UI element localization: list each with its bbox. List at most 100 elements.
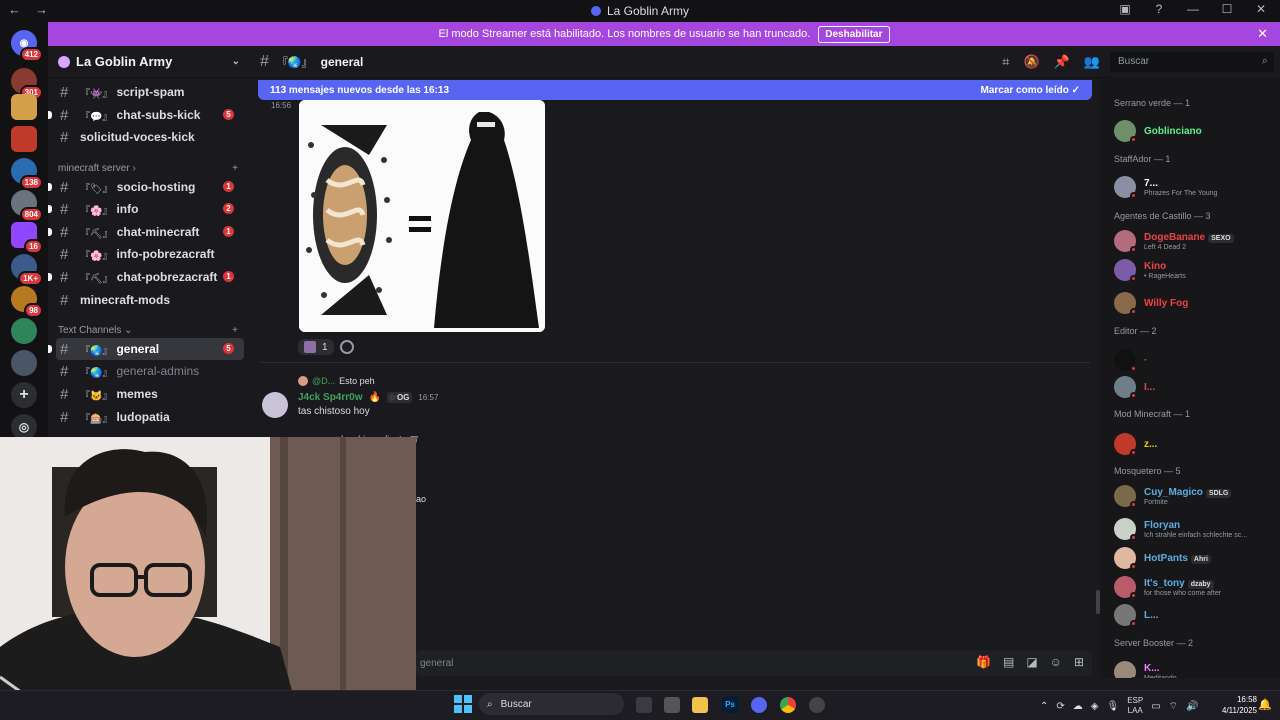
discord-home-icon[interactable]: ◉ 412: [11, 30, 43, 62]
add-server-icon[interactable]: +: [11, 382, 37, 408]
close-window-icon[interactable]: ✕: [1250, 2, 1272, 16]
server-icon[interactable]: [11, 126, 37, 152]
display-icon[interactable]: ▭: [1151, 701, 1160, 712]
channel-item[interactable]: # 『🌏』 general-admins: [56, 360, 244, 382]
pin-icon[interactable]: 📌: [1054, 54, 1070, 70]
channel-item[interactable]: # 『💬』 chat-subs-kick 5: [48, 104, 244, 126]
member-item[interactable]: Floryan Ich strahle einfach schlechte sc.…: [1114, 518, 1276, 541]
hash-icon: #: [60, 340, 69, 358]
channel-item[interactable]: # minecraft-mods: [56, 289, 244, 311]
server-icon[interactable]: [11, 318, 37, 344]
close-icon[interactable]: ✕: [1257, 26, 1268, 42]
add-reaction-icon[interactable]: [339, 340, 354, 354]
member-name: K...: [1144, 662, 1160, 674]
mute-bell-icon[interactable]: 🔕: [1023, 54, 1039, 70]
photoshop-icon[interactable]: Ps: [722, 697, 738, 713]
gift-icon[interactable]: 🎁: [976, 655, 991, 669]
task-view-icon[interactable]: [636, 697, 652, 713]
channel-item[interactable]: # 『👾』 script-spam: [56, 81, 244, 103]
maximize-icon[interactable]: ☐: [1216, 2, 1238, 16]
search-input[interactable]: Buscar ⌕: [1110, 52, 1274, 72]
chrome-icon[interactable]: [780, 697, 796, 713]
cloud-icon[interactable]: ☁: [1073, 701, 1083, 712]
add-channel-icon[interactable]: +: [232, 325, 238, 336]
member-item[interactable]: Kino • RageHearts: [1114, 259, 1276, 282]
member-item[interactable]: ·: [1114, 349, 1276, 372]
help-icon[interactable]: ?: [1148, 2, 1170, 16]
twitch-server-icon[interactable]: 16: [11, 222, 43, 254]
member-item[interactable]: It's_tony dzaby for those who come after: [1114, 576, 1276, 599]
app-tray-icon[interactable]: ◈: [1091, 701, 1099, 712]
forward-arrow-icon[interactable]: →: [35, 2, 48, 17]
server-icon[interactable]: [11, 94, 37, 120]
server-icon[interactable]: 98: [11, 286, 43, 318]
file-explorer-icon[interactable]: [692, 697, 708, 713]
hash-icon: #: [60, 106, 69, 124]
back-arrow-icon[interactable]: ←: [8, 2, 21, 17]
channel-item[interactable]: # 『🌸』 info-pobrezacraft: [56, 243, 244, 265]
channel-item[interactable]: # 『⛏』 chat-pobrezacraft 1: [48, 266, 244, 288]
server-icon[interactable]: 1K+: [11, 254, 43, 286]
system-clock[interactable]: 16:58 4/11/2025: [1222, 694, 1257, 716]
member-name: 7...: [1144, 177, 1158, 189]
member-item[interactable]: DogeBanane SEXO Left 4 Dead 2: [1114, 230, 1276, 253]
member-item[interactable]: Goblinciano: [1114, 120, 1276, 143]
member-item[interactable]: L...: [1114, 604, 1276, 627]
reply-preview[interactable]: @D... Esto peh: [298, 376, 375, 386]
channel-item[interactable]: # 『⛏』 chat-minecraft 1: [48, 221, 244, 243]
member-item[interactable]: z...: [1114, 433, 1276, 456]
member-item[interactable]: Willy Fog: [1114, 292, 1276, 315]
message-input[interactable]: general 🎁 ▤ ◪ ☺ ⊞: [416, 650, 1092, 676]
server-icon[interactable]: 804: [11, 190, 43, 222]
mark-read-button[interactable]: Marcar como leído ✓: [980, 85, 1080, 96]
channel-item[interactable]: # 『🐱』 memes: [56, 383, 244, 405]
channel-item[interactable]: # solicitud-voces-kick: [56, 126, 244, 148]
member-item[interactable]: Cuy_Magico SDLG Fortnite: [1114, 485, 1276, 508]
wifi-icon[interactable]: ⌔: [1169, 700, 1178, 713]
chevron-up-icon[interactable]: ⌃: [1040, 701, 1048, 712]
mic-icon[interactable]: 🎙: [1106, 701, 1119, 712]
member-item[interactable]: HotPants Ahri: [1114, 547, 1276, 570]
sticker-icon[interactable]: ◪: [1026, 655, 1037, 669]
image-attachment[interactable]: [299, 100, 545, 332]
member-tag: Ahri: [1190, 554, 1211, 564]
category-text-channels[interactable]: Text Channels ⌄ +: [58, 325, 238, 336]
apps-icon[interactable]: ⊞: [1074, 655, 1084, 669]
channel-item-selected[interactable]: # 『🌏』 general 5: [48, 338, 244, 360]
taskbar-search[interactable]: ⌕ Buscar: [479, 693, 624, 715]
message-author[interactable]: J4ck Sp4rr0w: [298, 392, 363, 403]
guild-header[interactable]: La Goblin Army ⌄: [48, 46, 250, 78]
inbox-icon[interactable]: ▣: [1114, 2, 1136, 16]
language-indicator[interactable]: ESP LAA: [1127, 696, 1143, 716]
avatar[interactable]: [262, 392, 288, 418]
channel-item[interactable]: # 『🌸』 info 2: [48, 198, 244, 220]
member-item[interactable]: K... Meditando ...: [1114, 661, 1276, 678]
disable-button[interactable]: Deshabilitar: [818, 25, 890, 43]
category-minecraft[interactable]: minecraft server › +: [58, 163, 238, 174]
input-placeholder: general: [420, 657, 454, 669]
channel-item[interactable]: # 『🎰』 ludopatia: [56, 406, 244, 428]
new-messages-bar[interactable]: 113 mensajes nuevos desde las 16:13 Marc…: [258, 80, 1092, 100]
sync-icon[interactable]: ⟳: [1056, 701, 1064, 712]
server-icon[interactable]: 301: [11, 68, 43, 100]
server-icon[interactable]: [11, 350, 37, 376]
app-icon[interactable]: [664, 697, 680, 713]
minimize-icon[interactable]: —: [1182, 2, 1204, 16]
member-item[interactable]: I...: [1114, 376, 1276, 399]
gif-icon[interactable]: ▤: [1003, 655, 1014, 669]
windows-start-icon[interactable]: [454, 695, 472, 713]
channel-item[interactable]: # 『🏷』 socio-hosting 1: [48, 176, 244, 198]
app-icon[interactable]: [809, 697, 825, 713]
members-icon[interactable]: 👥: [1084, 54, 1100, 70]
member-activity: Fortnite: [1144, 498, 1168, 506]
hash-icon: #: [60, 291, 69, 309]
threads-icon[interactable]: ⌗: [1002, 54, 1009, 70]
volume-icon[interactable]: 🔊: [1186, 701, 1198, 712]
add-channel-icon[interactable]: +: [232, 163, 238, 174]
discord-taskbar-icon[interactable]: [751, 697, 767, 713]
member-item[interactable]: 7... Phrazes For The Young: [1114, 176, 1276, 199]
server-icon[interactable]: 138: [11, 158, 43, 190]
notification-bell-icon[interactable]: 🔔: [1258, 698, 1272, 711]
reaction-pill[interactable]: 1: [298, 339, 334, 355]
emoji-icon[interactable]: ☺: [1050, 655, 1062, 669]
